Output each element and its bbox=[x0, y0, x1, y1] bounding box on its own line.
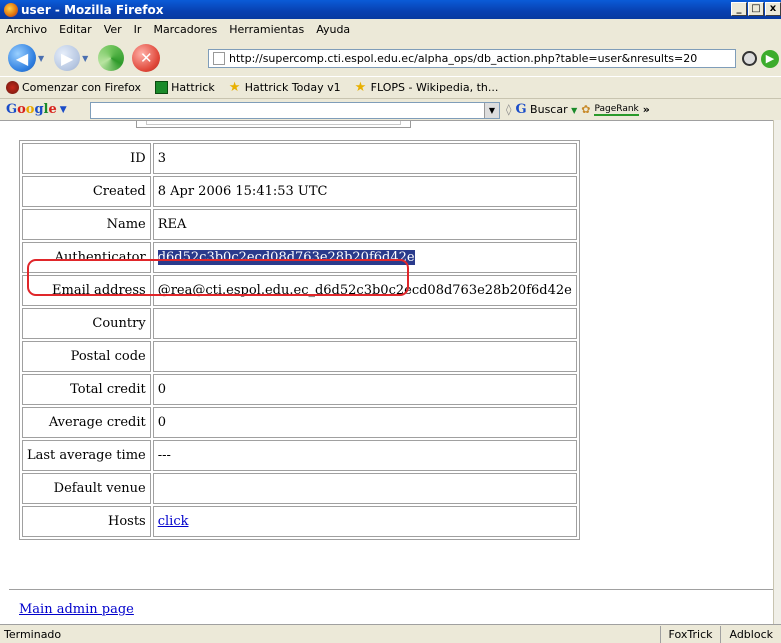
table-row: Name REA bbox=[22, 209, 577, 240]
field-value bbox=[152, 341, 577, 372]
status-bar: Terminado FoxTrick Adblock bbox=[0, 624, 781, 643]
address-url: http://supercomp.cti.espol.edu.ec/alpha_… bbox=[229, 52, 698, 65]
close-button[interactable]: x bbox=[765, 2, 781, 16]
back-history-dropdown-icon[interactable]: ▼ bbox=[38, 54, 44, 63]
forward-button[interactable]: ▶ bbox=[54, 45, 81, 71]
star-icon: ★ bbox=[228, 80, 241, 95]
menu-archivo[interactable]: Archivo bbox=[6, 23, 47, 36]
diamond-icon: ◊ bbox=[506, 103, 512, 116]
google-logo[interactable]: Google bbox=[6, 102, 57, 117]
main-admin-page-link[interactable]: Main admin page bbox=[19, 602, 134, 617]
vertical-scrollbar[interactable] bbox=[773, 120, 781, 624]
hattrick-icon bbox=[155, 81, 169, 94]
table-row: Last average time --- bbox=[22, 440, 577, 471]
status-text: Terminado bbox=[4, 627, 62, 641]
address-bar[interactable]: http://supercomp.cti.espol.edu.ec/alpha_… bbox=[208, 49, 736, 68]
table-row: ID 3 bbox=[22, 143, 577, 174]
field-value: --- bbox=[152, 440, 577, 471]
minimize-button[interactable]: _ bbox=[731, 2, 747, 16]
menu-editar[interactable]: Editar bbox=[59, 23, 92, 36]
field-label: Default venue bbox=[22, 473, 151, 504]
field-value: 3 bbox=[152, 143, 577, 174]
menu-herramientas[interactable]: Herramientas bbox=[229, 23, 304, 36]
menu-ver[interactable]: Ver bbox=[104, 23, 122, 36]
field-label: Last average time bbox=[22, 440, 151, 471]
field-value bbox=[152, 473, 577, 504]
field-value bbox=[152, 308, 577, 339]
field-label: Hosts bbox=[22, 506, 151, 537]
window-controls: _ □ x bbox=[731, 2, 781, 16]
google-search-input[interactable]: ▼ bbox=[90, 102, 500, 119]
field-value: 8 Apr 2006 15:41:53 UTC bbox=[152, 176, 577, 207]
star-icon: ★ bbox=[354, 80, 367, 95]
field-label: Country bbox=[22, 308, 151, 339]
bookmark-hattrick[interactable]: Hattrick bbox=[155, 81, 215, 94]
adblock-status-pane[interactable]: Adblock bbox=[720, 625, 781, 643]
authenticator-highlight-annotation bbox=[27, 259, 409, 296]
search-history-dropdown-icon[interactable]: ▼ bbox=[484, 103, 499, 118]
field-label: Total credit bbox=[22, 374, 151, 405]
user-record-table: ID 3 Created 8 Apr 2006 15:41:53 UTC Name R… bbox=[19, 140, 580, 540]
go-button[interactable]: ▶ bbox=[761, 50, 779, 68]
navigation-toolbar: ◀ ▼ ▶ ▼ ✕ http://supercomp.cti.espol.edu… bbox=[0, 40, 781, 76]
stop-button[interactable]: ✕ bbox=[132, 44, 161, 72]
firefox-bookmark-icon bbox=[6, 81, 19, 94]
foxtrick-status-pane[interactable]: FoxTrick bbox=[659, 625, 721, 643]
field-label: Average credit bbox=[22, 407, 151, 438]
page-content: ID 3 Created 8 Apr 2006 15:41:53 UTC Name R… bbox=[0, 120, 773, 624]
hosts-click-link[interactable]: click bbox=[158, 514, 189, 529]
page-icon bbox=[213, 52, 225, 65]
forward-history-dropdown-icon[interactable]: ▼ bbox=[82, 54, 88, 63]
field-label: ID bbox=[22, 143, 151, 174]
table-row: Average credit 0 bbox=[22, 407, 577, 438]
table-row: Created 8 Apr 2006 15:41:53 UTC bbox=[22, 176, 577, 207]
horizontal-rule bbox=[9, 589, 773, 591]
reload-button[interactable] bbox=[98, 45, 125, 71]
firefox-logo-icon bbox=[4, 2, 18, 17]
field-label: Postal code bbox=[22, 341, 151, 372]
maximize-button[interactable]: □ bbox=[748, 2, 764, 16]
field-label: Created bbox=[22, 176, 151, 207]
location-indicator-icon bbox=[742, 51, 757, 66]
bookmarks-toolbar: Comenzar con Firefox Hattrick ★ Hattrick… bbox=[0, 76, 781, 98]
menu-marcadores[interactable]: Marcadores bbox=[153, 23, 217, 36]
bookmark-hattrick-today[interactable]: ★ Hattrick Today v1 bbox=[229, 81, 341, 94]
field-value: 0 bbox=[152, 407, 577, 438]
pagerank-icon: ✿ bbox=[581, 103, 591, 116]
previous-table-inner-edge bbox=[146, 121, 401, 125]
table-row: Hosts click bbox=[22, 506, 577, 537]
window-titlebar: user - Mozilla Firefox _ □ x bbox=[0, 0, 781, 19]
stop-x-icon: ✕ bbox=[140, 49, 153, 67]
table-row: Total credit 0 bbox=[22, 374, 577, 405]
google-search-button[interactable]: G Buscar ▼ bbox=[515, 102, 577, 117]
back-arrow-icon: ◀ bbox=[15, 48, 29, 68]
table-row: Postal code bbox=[22, 341, 577, 372]
google-menu-dropdown-icon[interactable]: ▼ bbox=[60, 105, 67, 115]
field-value: click bbox=[152, 506, 577, 537]
table-row: Country bbox=[22, 308, 577, 339]
field-label: Name bbox=[22, 209, 151, 240]
back-button[interactable]: ◀ bbox=[8, 44, 36, 72]
bookmark-comenzar[interactable]: Comenzar con Firefox bbox=[6, 81, 141, 94]
menu-ir[interactable]: Ir bbox=[134, 23, 142, 36]
toolbar-more-chevron[interactable]: » bbox=[643, 103, 650, 116]
field-value: 0 bbox=[152, 374, 577, 405]
field-value: REA bbox=[152, 209, 577, 240]
bookmark-flops[interactable]: ★ FLOPS - Wikipedia, th... bbox=[355, 81, 499, 94]
google-toolbar: Google ▼ ▼ ◊ G Buscar ▼ ✿ PageRank » bbox=[0, 98, 781, 120]
forward-arrow-icon: ▶ bbox=[61, 48, 74, 68]
menu-bar: Archivo Editar Ver Ir Marcadores Herrami… bbox=[0, 19, 781, 40]
google-buttons: ◊ G Buscar ▼ ✿ PageRank » bbox=[506, 102, 650, 117]
menu-ayuda[interactable]: Ayuda bbox=[316, 23, 350, 36]
table-row: Default venue bbox=[22, 473, 577, 504]
window-title: user - Mozilla Firefox bbox=[21, 2, 164, 17]
pagerank-label[interactable]: PageRank bbox=[594, 104, 639, 116]
